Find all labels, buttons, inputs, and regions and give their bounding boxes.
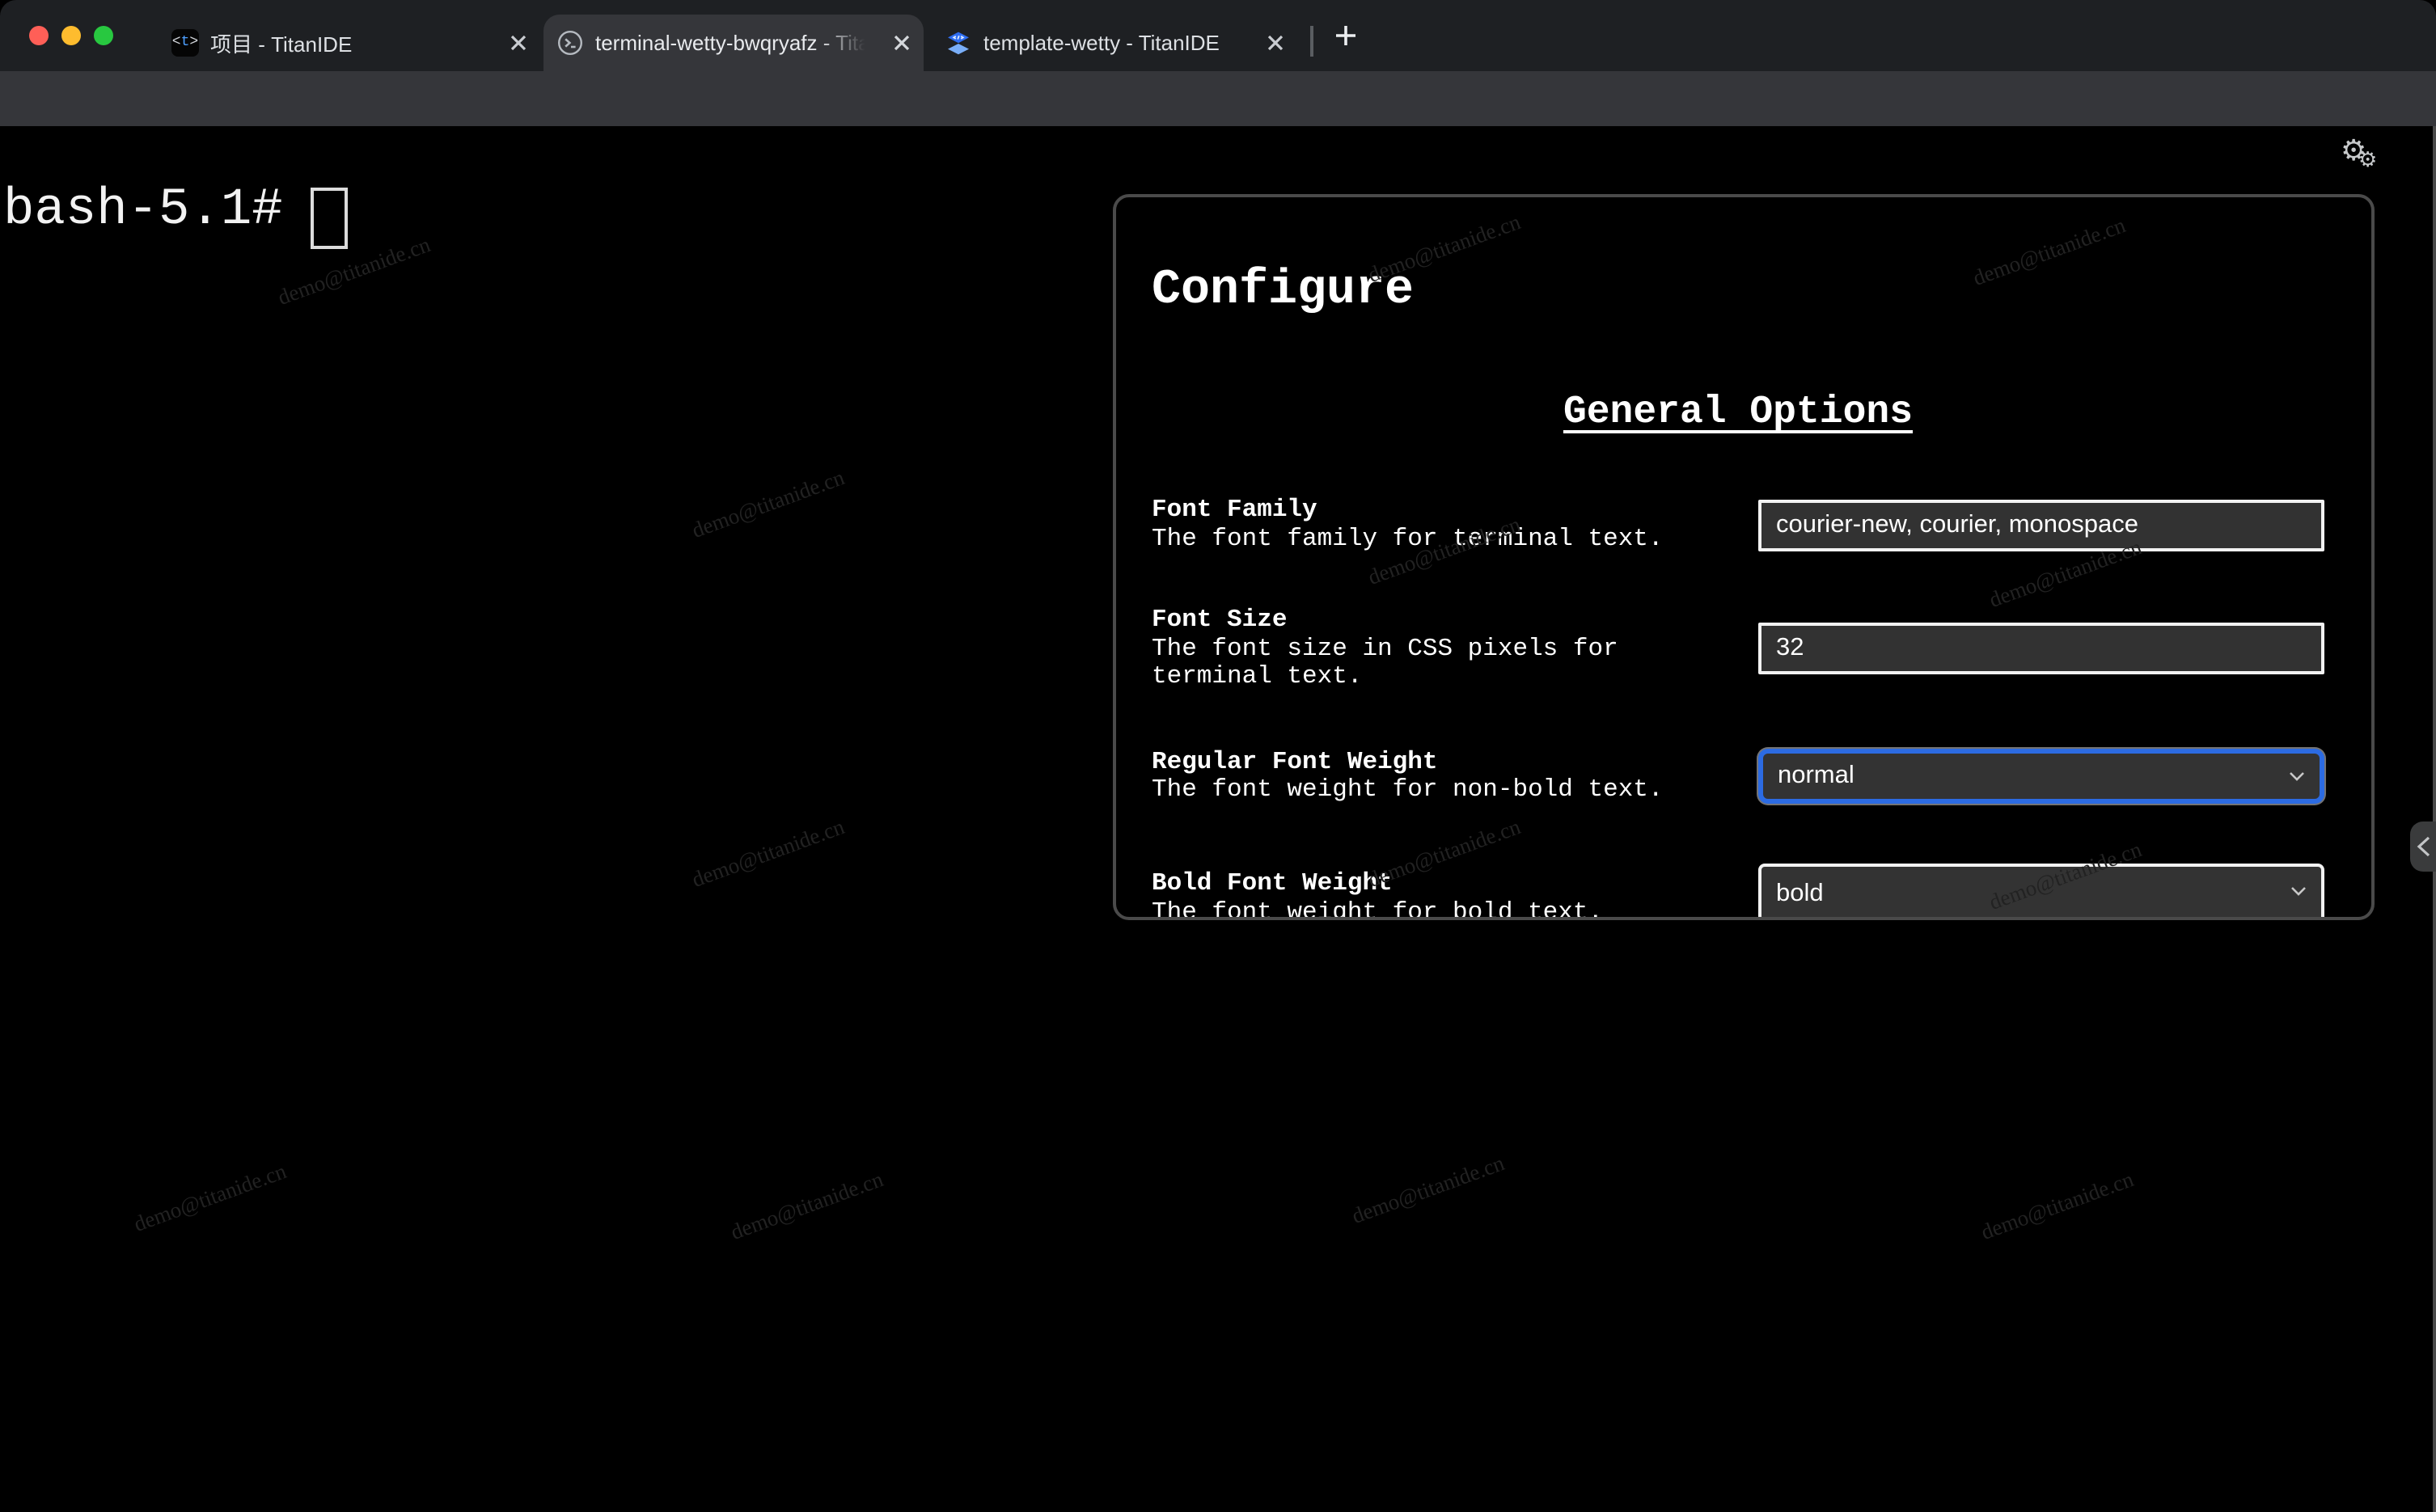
font-size-input[interactable]	[1758, 623, 2324, 675]
bold-font-weight-label: Bold Font Weight	[1152, 868, 1393, 897]
regular-font-weight-row: Regular Font Weight The font weight for …	[1152, 746, 2324, 805]
browser-window: < t > 项目 - TitanIDE terminal-wetty-bwqryaf…	[0, 0, 2436, 1512]
watermark-text: demo@titanide.cn	[727, 1167, 886, 1245]
terminal-prompt: bash-5.1#	[3, 179, 283, 239]
watermark-text: demo@titanide.cn	[130, 1159, 290, 1237]
tab-divider	[1310, 26, 1313, 57]
bold-font-weight-description: The font weight for bold text.	[1152, 897, 1604, 920]
font-family-description: The font family for terminal text.	[1152, 523, 1664, 552]
chevron-left-icon	[2416, 836, 2430, 857]
zoom-window-button[interactable]	[94, 26, 113, 45]
minimize-window-button[interactable]	[61, 26, 81, 45]
chevron-down-icon	[2291, 886, 2306, 895]
watermark-text: demo@titanide.cn	[1348, 1151, 1508, 1229]
tab-title: terminal-wetty-bwqryafz - Tita	[595, 31, 870, 55]
section-title: General Options	[1563, 391, 1914, 435]
tab-template-wetty[interactable]: template-wetty - TitanIDE	[928, 15, 1304, 71]
font-size-label: Font Size	[1152, 605, 1288, 634]
tab-terminal-wetty[interactable]: terminal-wetty-bwqryafz - Tita	[543, 15, 924, 71]
font-family-input[interactable]	[1758, 499, 2324, 551]
watermark-text: demo@titanide.cn	[274, 232, 433, 310]
font-size-row: Font Size The font size in CSS pixels fo…	[1152, 606, 2324, 691]
terminal-cursor[interactable]	[311, 188, 348, 249]
browser-toolbar: try.titanide.cn/ide/web/coding/terminal-…	[0, 71, 2436, 189]
tab-title: 项目 - TitanIDE	[210, 32, 353, 57]
bold-font-weight-row: Bold Font Weight The font weight for bol…	[1152, 863, 2324, 920]
watermark-text: demo@titanide.cn	[688, 465, 848, 543]
font-size-description: The font size in CSS pixels for terminal…	[1152, 633, 1618, 691]
settings-gears-icon[interactable]: ⚙ ⚙	[2341, 134, 2389, 184]
terminal-page: bash-5.1# ⚙ ⚙ Configure General Options …	[0, 126, 2436, 1512]
bold-font-weight-select[interactable]: bold	[1758, 863, 2324, 917]
new-tab-button[interactable]	[1331, 21, 1360, 50]
tab-title: template-wetty - TitanIDE	[983, 31, 1220, 55]
regular-font-weight-select[interactable]: normal	[1758, 749, 2324, 804]
configure-panel: Configure General Options Font Family Th…	[1113, 194, 2375, 920]
chevron-down-icon	[2290, 772, 2304, 781]
font-family-label: Font Family	[1152, 495, 1317, 524]
regular-font-weight-label: Regular Font Weight	[1152, 746, 1438, 775]
close-tab-icon[interactable]	[505, 30, 531, 56]
terminal-favicon	[556, 29, 584, 57]
close-tab-icon[interactable]	[1262, 30, 1288, 56]
regular-font-weight-description: The font weight for non-bold text.	[1152, 775, 1664, 804]
watermark-text: demo@titanide.cn	[1977, 1167, 2137, 1245]
watermark-text: demo@titanide.cn	[688, 814, 848, 893]
drawer-collapse-tab[interactable]	[2410, 821, 2436, 872]
layers-favicon	[945, 29, 972, 57]
tab-titanide-project[interactable]: < t > 项目 - TitanIDE	[142, 15, 543, 71]
right-drawer-edge	[2433, 126, 2436, 1512]
close-window-button[interactable]	[29, 26, 49, 45]
close-tab-icon[interactable]	[888, 30, 914, 56]
tab-strip: < t > 项目 - TitanIDE terminal-wetty-bwqryaf…	[0, 0, 2436, 71]
titanide-favicon: < t >	[171, 29, 199, 57]
font-family-row: Font Family The font family for terminal…	[1152, 496, 2324, 553]
panel-title: Configure	[1152, 264, 1415, 319]
